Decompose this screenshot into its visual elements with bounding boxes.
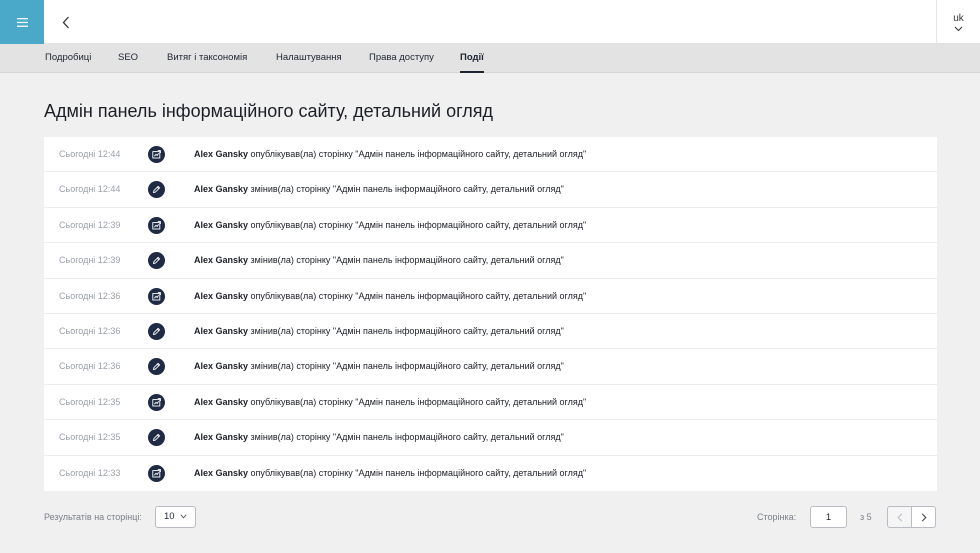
event-user: Alex Gansky [194,432,249,443]
language-switcher[interactable]: uk [936,0,980,44]
event-text: змінив(ла) сторінку "Адмін панель інформ… [248,255,564,266]
event-row: Сьогодні 12:36 Alex Gansky опублікував(ла… [44,279,937,314]
event-user: Alex Gansky [194,290,249,301]
chevron-right-icon [921,512,926,522]
event-time: Сьогодні 12:36 [59,326,121,336]
event-time: Сьогодні 12:33 [59,467,121,478]
publish-icon [148,146,165,163]
event-message: Alex Gansky опублікував(ла) сторінку "Ад… [194,279,586,314]
event-user: Alex Gansky [194,467,249,478]
event-message: Alex Gansky змінив(ла) сторінку "Адмін п… [194,172,564,207]
results-per-page-select[interactable]: 10 [155,506,196,528]
event-message: Alex Gansky опублікував(ла) сторінку "Ад… [194,456,586,491]
language-code: uk [953,12,964,24]
publish-icon [148,287,165,305]
event-user: Alex Gansky [194,396,249,407]
edit-icon [148,429,165,447]
event-row: Сьогодні 12:36 Alex Gansky змінив(ла) сто… [44,349,937,385]
chevron-down-icon [954,26,963,31]
event-message: Alex Gansky змінив(ла) сторінку "Адмін п… [194,349,564,384]
event-message: Alex Gansky змінив(ла) сторінку "Адмін п… [194,243,564,278]
hamburger-icon [16,17,28,27]
chevron-left-icon [62,16,69,28]
event-message: Alex Gansky опублікував(ла) сторінку "Ад… [194,137,586,172]
tab-bar: Подробиці SEO Витяг і таксономія Налашту… [0,44,980,73]
event-time: Сьогодні 12:44 [59,149,121,159]
event-text: змінив(ла) сторінку "Адмін панель інформ… [248,361,564,372]
page-total: з 5 [860,512,872,522]
event-user: Alex Gansky [194,219,249,230]
event-message: Alex Gansky змінив(ла) сторінку "Адмін п… [194,314,564,349]
event-row: Сьогодні 12:35 Alex Gansky опублікував(ла… [44,385,937,421]
event-row: Сьогодні 12:44 Alex Gansky опублікував(ла… [44,137,937,173]
events-list: Сьогодні 12:44 Alex Gansky опублікував(ла… [44,137,937,491]
edit-icon [148,252,165,270]
back-button[interactable] [56,10,76,34]
edit-icon [148,358,165,376]
previous-page-button[interactable] [887,506,912,528]
event-message: Alex Gansky опублікував(ла) сторінку "Ад… [194,385,586,420]
tab-seo[interactable]: SEO [118,44,138,73]
event-time: Сьогодні 12:44 [59,184,121,195]
event-time: Сьогодні 12:36 [59,361,121,372]
top-bar: uk [0,0,980,44]
menu-button[interactable] [0,0,44,44]
event-row: Сьогодні 12:44 Alex Gansky змінив(ла) сто… [44,172,937,208]
event-time: Сьогодні 12:35 [59,432,121,443]
event-row: Сьогодні 12:33 Alex Gansky опублікував(ла… [44,456,937,491]
publish-icon [148,216,165,234]
page-label: Сторінка: [757,512,797,522]
edit-icon [148,323,165,340]
page-title: Адмін панель інформаційного сайту, детал… [44,101,494,121]
event-row: Сьогодні 12:35 Alex Gansky змінив(ла) сто… [44,420,937,456]
event-text: опублікував(ла) сторінку "Адмін панель і… [248,467,587,478]
chevron-down-icon [180,514,187,519]
publish-icon [148,393,165,411]
event-user: Alex Gansky [194,184,249,195]
event-user: Alex Gansky [194,255,249,266]
event-text: опублікував(ла) сторінку "Адмін панель і… [248,219,587,230]
event-text: опублікував(ла) сторінку "Адмін панель і… [248,290,587,301]
event-text: опублікував(ла) сторінку "Адмін панель і… [248,149,587,159]
event-row: Сьогодні 12:36 Alex Gansky змінив(ла) сто… [44,314,937,350]
event-row: Сьогодні 12:39 Alex Gansky опублікував(ла… [44,208,937,244]
next-page-button[interactable] [911,506,936,528]
tab-details[interactable]: Подробиці [45,44,91,73]
tab-access-rights[interactable]: Права доступу [369,44,434,73]
event-time: Сьогодні 12:39 [59,219,121,230]
tab-excerpt-taxonomy[interactable]: Витяг і таксономія [167,44,247,73]
event-message: Alex Gansky змінив(ла) сторінку "Адмін п… [194,420,564,455]
event-text: змінив(ла) сторінку "Адмін панель інформ… [248,184,564,195]
event-time: Сьогодні 12:39 [59,255,121,266]
event-row: Сьогодні 12:39 Alex Gansky змінив(ла) сто… [44,243,937,279]
event-user: Alex Gansky [194,149,249,159]
edit-icon [148,181,165,199]
event-text: змінив(ла) сторінку "Адмін панель інформ… [248,432,564,443]
publish-icon [148,464,165,482]
chevron-left-icon [897,512,902,522]
event-time: Сьогодні 12:35 [59,396,121,407]
tab-events[interactable]: Події [460,44,484,73]
page-number-input[interactable] [810,506,847,528]
event-text: змінив(ла) сторінку "Адмін панель інформ… [248,326,564,336]
results-per-page-value: 10 [164,511,175,522]
event-user: Alex Gansky [194,361,249,372]
event-message: Alex Gansky опублікував(ла) сторінку "Ад… [194,208,586,243]
event-time: Сьогодні 12:36 [59,290,121,301]
event-text: опублікував(ла) сторінку "Адмін панель і… [248,396,587,407]
event-user: Alex Gansky [194,326,249,336]
tab-settings[interactable]: Налаштування [276,44,342,73]
results-per-page-label: Результатів на сторінці: [44,512,142,522]
